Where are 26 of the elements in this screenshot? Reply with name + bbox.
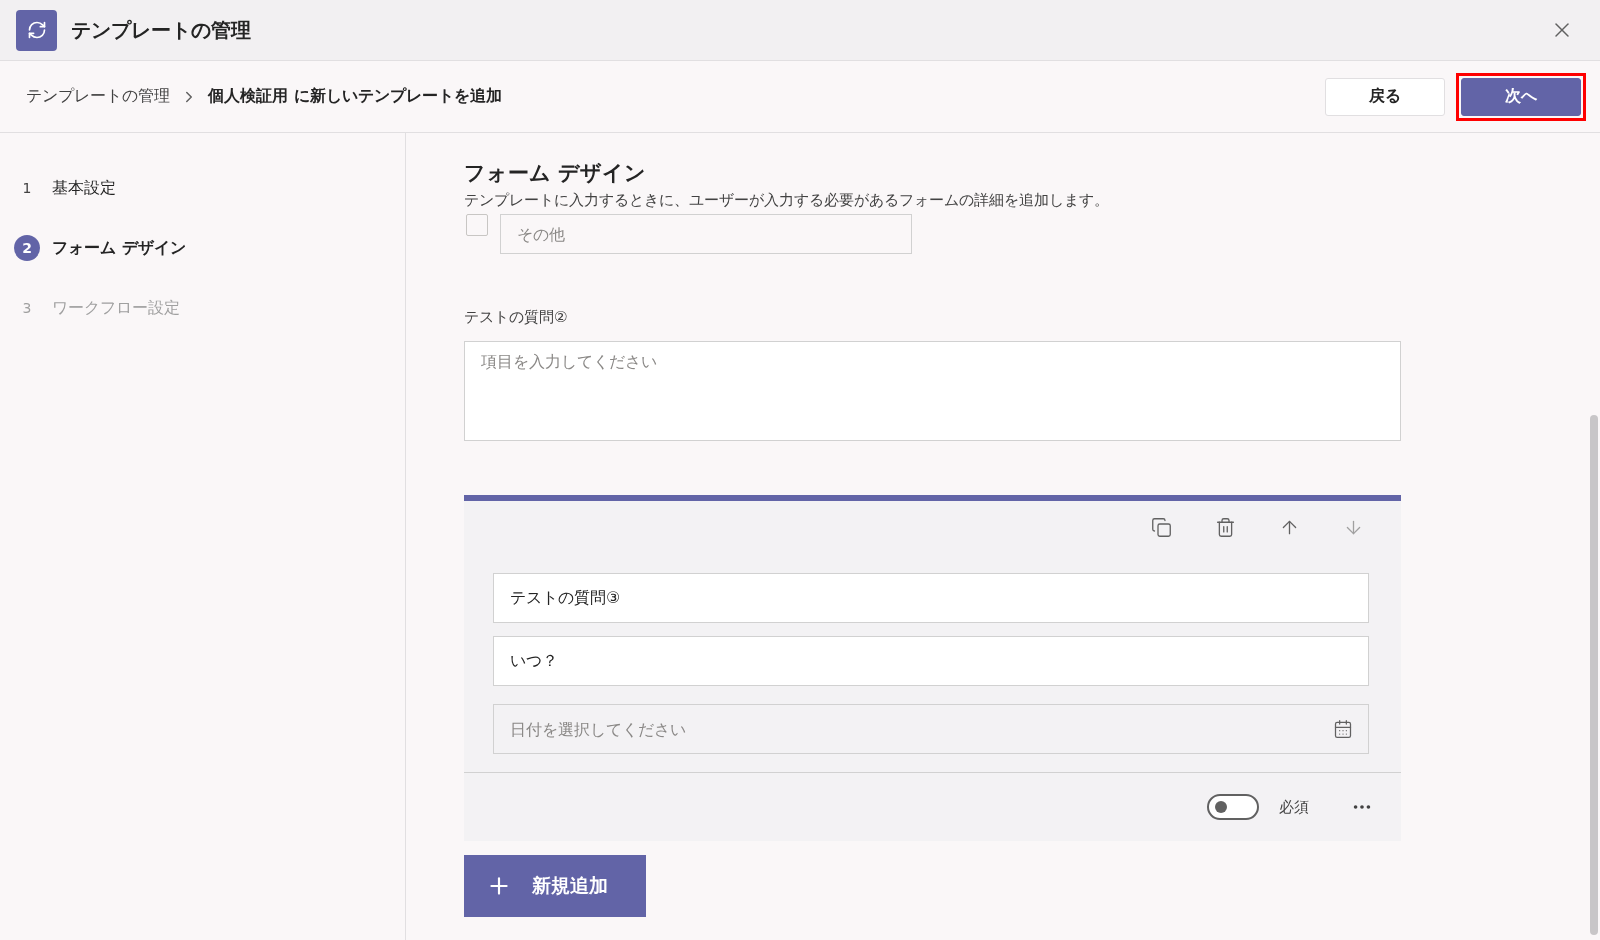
app-logo-icon xyxy=(16,9,57,51)
required-label: 必須 xyxy=(1279,797,1309,817)
checkbox[interactable] xyxy=(466,214,488,236)
required-toggle[interactable] xyxy=(1207,794,1259,820)
question-subtitle-field[interactable]: いつ？ xyxy=(493,636,1369,686)
back-button[interactable]: 戻る xyxy=(1325,77,1445,116)
copy-icon[interactable] xyxy=(1149,515,1173,539)
step-label[interactable]: フォーム デザイン xyxy=(52,237,186,259)
window-title: テンプレートの管理 xyxy=(71,16,252,44)
calendar-icon[interactable] xyxy=(1333,719,1353,739)
step-number: 3 xyxy=(21,299,33,318)
step-label[interactable]: 基本設定 xyxy=(52,177,116,199)
date-field[interactable]: 日付を選択してください xyxy=(493,704,1369,754)
scrollbar[interactable] xyxy=(1590,415,1598,935)
question-label: テストの質問② xyxy=(464,308,569,327)
step-number: 2 xyxy=(14,235,40,261)
answer-field[interactable]: 項目を入力してください xyxy=(464,341,1401,441)
add-new-button[interactable]: 新規追加 xyxy=(464,855,646,917)
next-button[interactable]: 次へ xyxy=(1461,77,1581,116)
breadcrumb-item[interactable]: テンプレートの管理 xyxy=(26,86,170,107)
section-title: フォーム デザイン xyxy=(464,160,648,187)
question-title-field[interactable]: テストの質問③ xyxy=(493,573,1369,623)
section-description: テンプレートに入力するときに、ユーザーが入力する必要があるフォームの詳細を追加します。 xyxy=(464,191,1110,210)
option-field[interactable]: その他 xyxy=(500,214,912,254)
breadcrumb-item: 個人検証用 に新しいテンプレートを追加 xyxy=(208,86,502,107)
step-number: 1 xyxy=(21,179,33,198)
